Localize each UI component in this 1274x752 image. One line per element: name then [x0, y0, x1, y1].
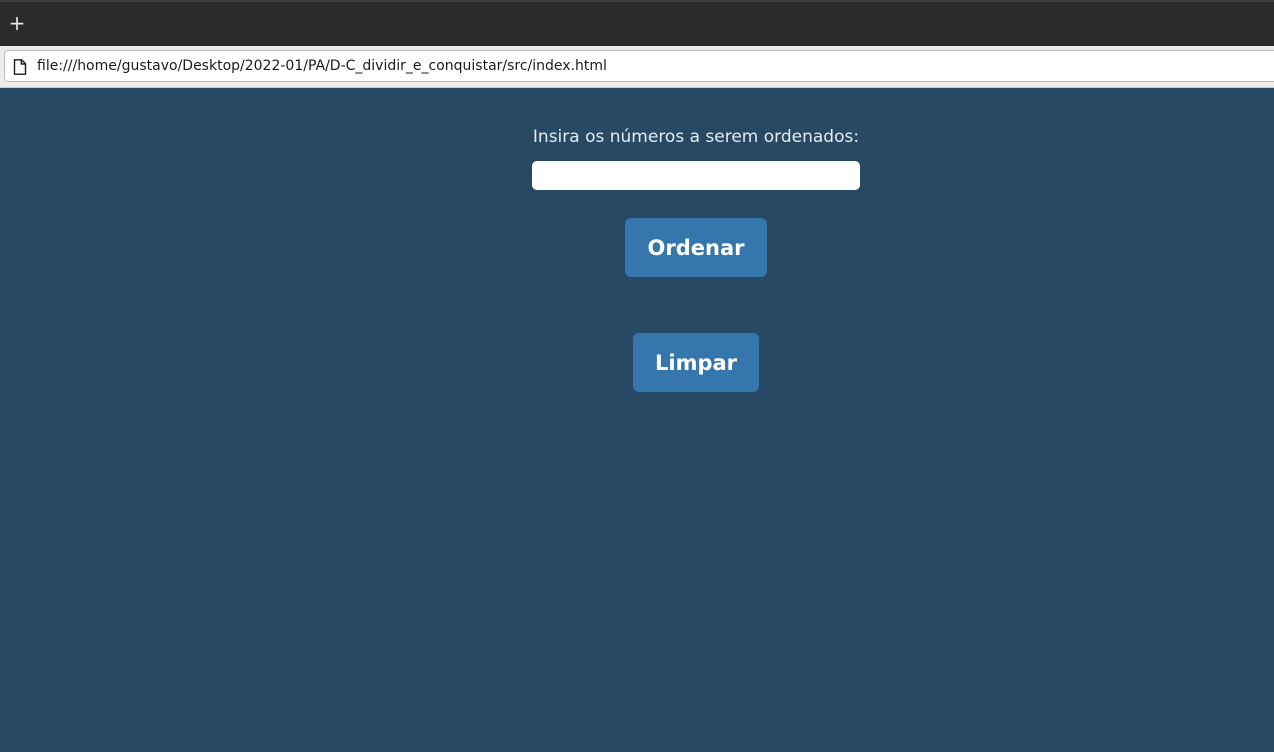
new-tab-button[interactable]: + — [8, 13, 26, 33]
browser-url-bar: file:///home/gustavo/Desktop/2022-01/PA/… — [0, 46, 1274, 88]
browser-tab-bar: + — [0, 0, 1274, 46]
sort-button[interactable]: Ordenar — [625, 218, 767, 277]
numbers-prompt-label: Insira os números a serem ordenados: — [532, 127, 860, 147]
url-text: file:///home/gustavo/Desktop/2022-01/PA/… — [37, 58, 607, 74]
page-content: Insira os números a serem ordenados: Ord… — [0, 88, 1274, 752]
page-icon — [13, 59, 27, 75]
clear-button[interactable]: Limpar — [633, 333, 759, 392]
numbers-input[interactable] — [532, 161, 860, 190]
address-field[interactable]: file:///home/gustavo/Desktop/2022-01/PA/… — [4, 50, 1274, 82]
